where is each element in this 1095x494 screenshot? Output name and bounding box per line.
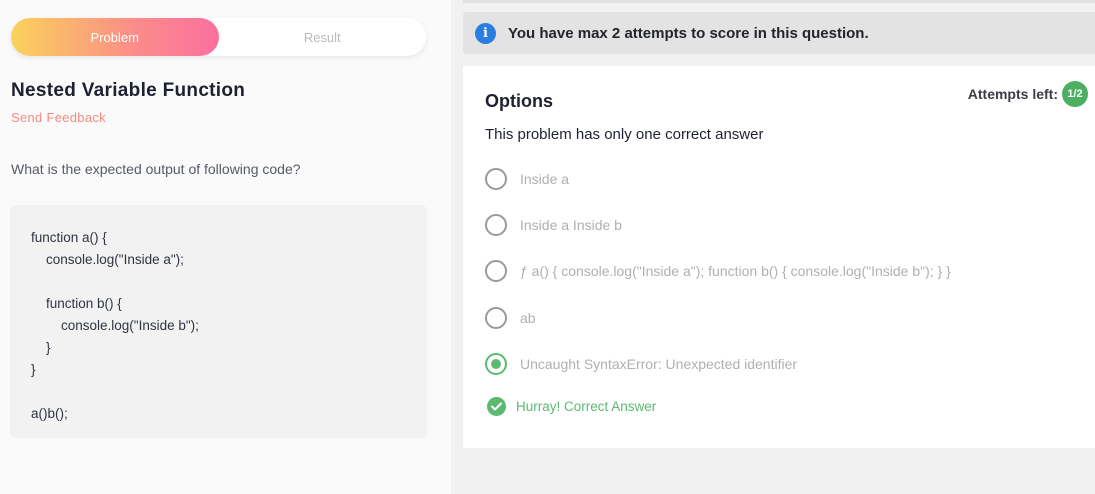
attempts-badge: 1/2 <box>1062 81 1088 107</box>
option-3[interactable]: ƒ a() { console.log("Inside a"); functio… <box>485 260 951 282</box>
option-label: ab <box>520 310 536 326</box>
code-line: console.log("Inside b"); <box>31 318 199 333</box>
option-label: ƒ a() { console.log("Inside a"); functio… <box>520 263 951 279</box>
instruction-text: This problem has only one correct answer <box>485 126 764 143</box>
radio-button[interactable] <box>485 168 507 190</box>
problem-title: Nested Variable Function <box>11 80 246 101</box>
send-feedback-link[interactable]: Send Feedback <box>11 110 106 125</box>
tab-bar: Problem Result <box>11 18 426 56</box>
option-4[interactable]: ab <box>485 307 536 329</box>
tab-result[interactable]: Result <box>219 18 427 56</box>
code-line: console.log("Inside a"); <box>31 252 184 267</box>
radio-button[interactable] <box>485 214 507 236</box>
info-icon: i <box>475 22 496 44</box>
attempts-label: Attempts left: <box>967 86 1058 102</box>
options-heading: Options <box>485 91 553 111</box>
code-line: function a() { <box>31 230 107 245</box>
radio-button[interactable] <box>485 260 507 282</box>
option-1[interactable]: Inside a <box>485 168 569 190</box>
radio-button-selected[interactable] <box>485 353 507 375</box>
option-2[interactable]: Inside a Inside b <box>485 214 622 236</box>
code-line: function b() { <box>31 296 122 311</box>
radio-button[interactable] <box>485 307 507 329</box>
success-text: Hurray! Correct Answer <box>516 399 657 414</box>
check-circle-icon <box>487 397 506 416</box>
option-label: Inside a <box>520 171 570 187</box>
code-line: a()b(); <box>31 406 68 421</box>
option-label: Uncaught SyntaxError: Unexpected identif… <box>520 356 798 372</box>
option-5[interactable]: Uncaught SyntaxError: Unexpected identif… <box>485 353 797 375</box>
code-block: function a() { console.log("Inside a"); … <box>10 205 427 438</box>
tab-problem[interactable]: Problem <box>11 18 219 56</box>
top-divider <box>463 0 1095 3</box>
radio-dot <box>491 359 501 369</box>
attempts-left: Attempts left: 1/2 <box>968 81 1088 107</box>
question-text: What is the expected output of following… <box>11 161 301 177</box>
option-label: Inside a Inside b <box>520 217 622 233</box>
code-line: } <box>31 340 51 355</box>
correct-answer-message: Hurray! Correct Answer <box>487 397 656 416</box>
options-card: Options Attempts left: 1/2 This problem … <box>463 66 1095 448</box>
banner-text: You have max 2 attempts to score in this… <box>508 24 869 42</box>
problem-panel: Problem Result Nested Variable Function … <box>0 0 451 494</box>
code-line: } <box>31 362 36 377</box>
attempts-info-banner: i You have max 2 attempts to score in th… <box>463 12 1095 54</box>
